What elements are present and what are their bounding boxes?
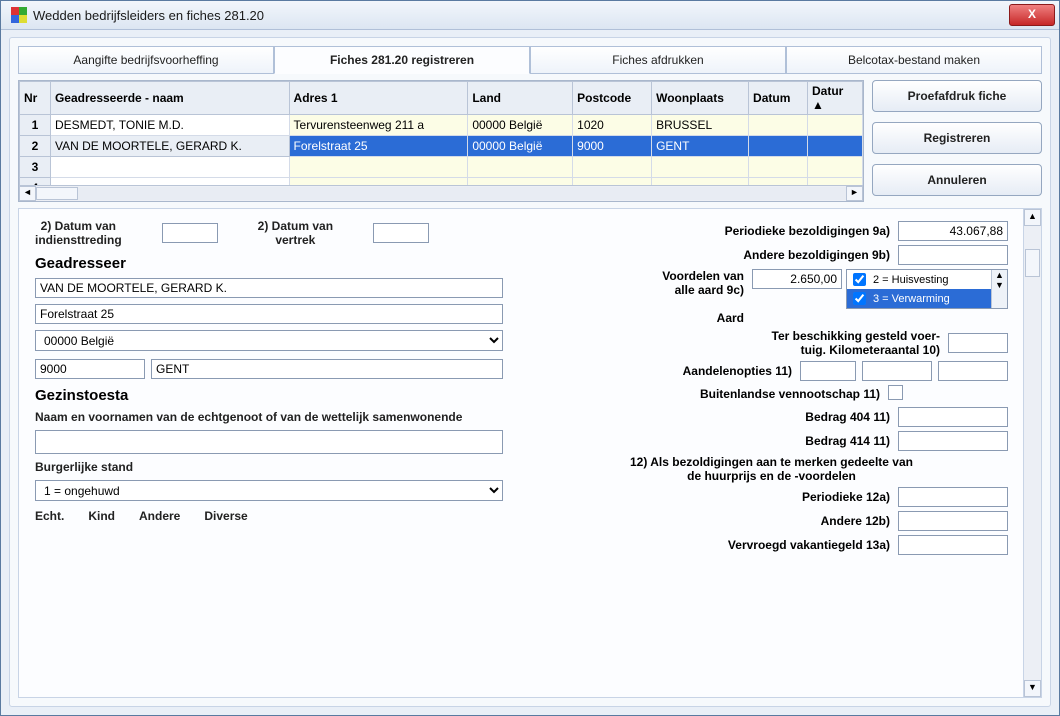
scroll-thumb[interactable]	[36, 187, 78, 200]
scroll-down-icon[interactable]: ▼	[1024, 680, 1041, 697]
label-404: Bedrag 404 11)	[535, 410, 898, 424]
input-12b[interactable]	[898, 511, 1008, 531]
tab-aangifte[interactable]: Aangifte bedrijfsvoorheffing	[18, 46, 274, 74]
burgerlijke-stand-select[interactable]: 1 = ongehuwd	[35, 480, 503, 501]
input-10[interactable]	[948, 333, 1008, 353]
label-9a: Periodieke bezoldigingen 9a)	[535, 224, 898, 238]
col-postcode[interactable]: Postcode	[573, 82, 652, 115]
col-datur[interactable]: Datur ▲	[807, 82, 862, 115]
table-row[interactable]: 3	[20, 157, 863, 178]
tab-fiches-registreren[interactable]: Fiches 281.20 registreren	[274, 46, 530, 74]
scroll-right-icon[interactable]: ►	[846, 186, 863, 201]
col-nr[interactable]: Nr	[20, 82, 51, 115]
tab-fiches-afdrukken[interactable]: Fiches afdrukken	[530, 46, 786, 74]
tab-belcotax[interactable]: Belcotax-bestand maken	[786, 46, 1042, 74]
label-12: 12) Als bezoldigingen aan te merken gede…	[535, 455, 1008, 483]
table-row[interactable]: 2 VAN DE MOORTELE, GERARD K. Forelstraat…	[20, 136, 863, 157]
input-414[interactable]	[898, 431, 1008, 451]
label-kind: Kind	[88, 509, 115, 523]
label-12b: Andere 12b)	[535, 514, 898, 528]
checkbox-11-buitenlands[interactable]	[888, 385, 903, 400]
col-naam[interactable]: Geadresseerde - naam	[50, 82, 289, 115]
scroll-up-icon[interactable]: ▲	[1024, 209, 1041, 226]
input-11c[interactable]	[938, 361, 1008, 381]
aard-listbox[interactable]: 2 = Huisvesting 3 = Verwarming ▲▼	[846, 269, 1008, 309]
input-9b[interactable]	[898, 245, 1008, 265]
action-buttons: Proefafdruk fiche Registreren Annuleren	[872, 80, 1042, 202]
titlebar: Wedden bedrijfsleiders en fiches 281.20 …	[1, 1, 1059, 30]
label-9b: Andere bezoldigingen 9b)	[535, 248, 898, 262]
input-404[interactable]	[898, 407, 1008, 427]
label-diverse: Diverse	[204, 509, 247, 523]
label-11-buitenlands: Buitenlandse vennootschap 11)	[535, 387, 888, 401]
label-burgerlijke-stand: Burgerlijke stand	[35, 460, 503, 474]
scroll-left-icon[interactable]: ◄	[19, 186, 36, 201]
window-title: Wedden bedrijfsleiders en fiches 281.20	[33, 8, 1009, 23]
label-andere: Andere	[139, 509, 180, 523]
label-datum-indienst: 2) Datum vanindiensttreding	[35, 219, 122, 247]
app-icon	[11, 7, 27, 23]
tabstrip: Aangifte bedrijfsvoorheffing Fiches 281.…	[18, 46, 1042, 74]
grid-hscroll[interactable]: ◄ ►	[19, 185, 863, 201]
label-datum-vertrek: 2) Datum vanvertrek	[258, 219, 333, 247]
label-10: Ter beschikking gesteld voer-tuig. Kilom…	[535, 329, 948, 357]
input-9c[interactable]	[752, 269, 842, 289]
detail-form: 2) Datum vanindiensttreding 2) Datum van…	[18, 208, 1042, 698]
client-area: Aangifte bedrijfsvoorheffing Fiches 281.…	[1, 29, 1059, 715]
label-414: Bedrag 414 11)	[535, 434, 898, 448]
close-button[interactable]: X	[1009, 4, 1055, 26]
input-11b[interactable]	[862, 361, 932, 381]
label-9c: Voordelen vanalle aard 9c)Aard	[535, 269, 752, 325]
label-echt: Echt.	[35, 509, 64, 523]
main-panel: Aangifte bedrijfsvoorheffing Fiches 281.…	[9, 37, 1051, 707]
upper-area: Nr Geadresseerde - naam Adres 1 Land Pos…	[18, 80, 1042, 202]
records-grid[interactable]: Nr Geadresseerde - naam Adres 1 Land Pos…	[18, 80, 864, 202]
annuleren-button[interactable]: Annuleren	[872, 164, 1042, 196]
table-row[interactable]: 1 DESMEDT, TONIE M.D. Tervurensteenweg 2…	[20, 115, 863, 136]
label-11: Aandelenopties 11)	[535, 364, 800, 378]
proefafdruk-button[interactable]: Proefafdruk fiche	[872, 80, 1042, 112]
scroll-thumb-v[interactable]	[1025, 249, 1040, 277]
section-gezinstoestand: Gezinstoesta	[35, 387, 503, 404]
datum-indienst-input[interactable]	[162, 223, 218, 243]
aard-dropdown-icon[interactable]: ▲▼	[991, 270, 1007, 308]
naam-input[interactable]	[35, 278, 503, 298]
registreren-button[interactable]: Registreren	[872, 122, 1042, 154]
app-window: Wedden bedrijfsleiders en fiches 281.20 …	[0, 0, 1060, 716]
col-datum[interactable]: Datum	[749, 82, 808, 115]
form-vscroll[interactable]: ▲ ▼	[1023, 209, 1041, 697]
col-woonplaats[interactable]: Woonplaats	[652, 82, 749, 115]
echtgenoot-input[interactable]	[35, 430, 503, 454]
section-geadresseerde: Geadresseer	[35, 255, 503, 272]
datum-vertrek-input[interactable]	[373, 223, 429, 243]
label-echtgenoot: Naam en voornamen van de echtgenoot of v…	[35, 410, 503, 424]
adres-input[interactable]	[35, 304, 503, 324]
postcode-input[interactable]	[35, 359, 145, 379]
input-12a[interactable]	[898, 487, 1008, 507]
aard-check-2[interactable]	[853, 273, 866, 286]
label-12a: Periodieke 12a)	[535, 490, 898, 504]
input-9a[interactable]	[898, 221, 1008, 241]
col-land[interactable]: Land	[468, 82, 573, 115]
land-select[interactable]: 00000 België	[35, 330, 503, 351]
aard-check-3[interactable]	[853, 292, 866, 305]
input-13a[interactable]	[898, 535, 1008, 555]
label-13a: Vervroegd vakantiegeld 13a)	[535, 538, 898, 552]
col-adres[interactable]: Adres 1	[289, 82, 468, 115]
input-11a[interactable]	[800, 361, 856, 381]
woonplaats-input[interactable]	[151, 359, 503, 379]
